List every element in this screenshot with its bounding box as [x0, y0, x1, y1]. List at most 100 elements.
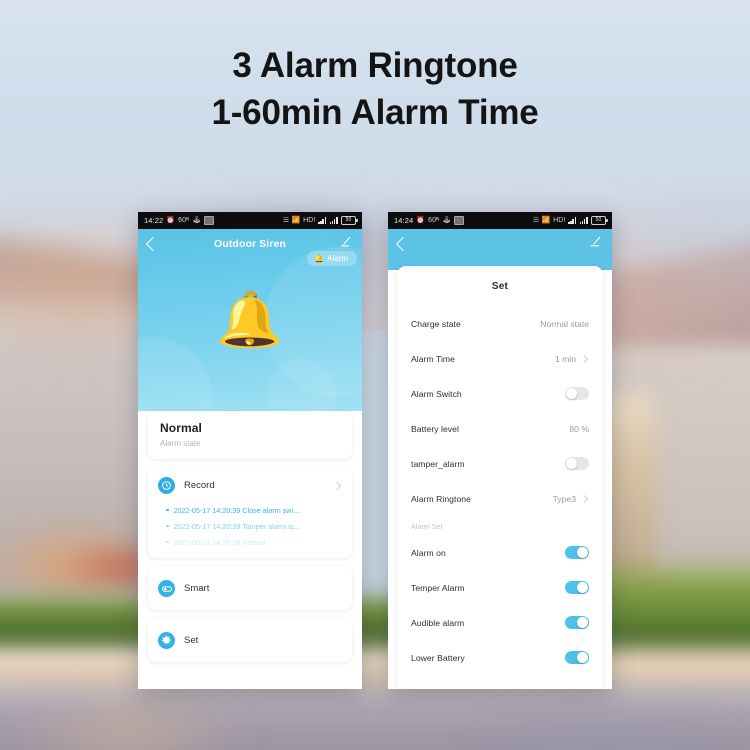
- status-bar-right-group: ☰ 📶 HD! 50: [532, 215, 608, 226]
- menu-item-smart[interactable]: Smart: [148, 567, 352, 610]
- title-line-2: 1-60min Alarm Time: [211, 93, 539, 132]
- status-time: 14:22: [144, 216, 164, 225]
- device-title: Outdoor Siren: [214, 238, 286, 250]
- setting-row-audible-alarm[interactable]: Audible alarm: [397, 605, 603, 640]
- setting-label: Audible alarm: [411, 617, 465, 628]
- signal-icon: [568, 217, 577, 224]
- alarm-badge-label: Alarm: [327, 254, 348, 263]
- record-entry-text: 2022-05-17 14:20:39 Tamper alarm is…: [173, 521, 301, 531]
- record-label: Record: [184, 480, 215, 491]
- sixty-second-icon: 60ᴺ: [428, 217, 440, 224]
- setting-row-battery-level: Battery level 80 %: [397, 411, 603, 446]
- signal-icon: [329, 217, 339, 224]
- status-bar-right: 14:24 ⏰ 60ᴺ 🕹 ☰ 📶 HD! 50: [388, 212, 612, 229]
- bell-icon: 🔔: [216, 290, 284, 350]
- chevron-right-icon[interactable]: [579, 354, 589, 363]
- toggle-knob: [566, 388, 577, 399]
- setting-value: 1 min: [554, 353, 576, 364]
- setting-value-group: Type3: [553, 494, 589, 504]
- setting-value: Normal state: [540, 318, 589, 329]
- bullet-icon: [166, 508, 169, 512]
- sixty-second-icon: 60ᴺ: [178, 217, 190, 224]
- setting-row-temper-alarm[interactable]: Temper Alarm: [397, 570, 603, 605]
- bluetooth-icon: 🕹: [442, 217, 452, 224]
- list-item[interactable]: 2022-05-17 14:20:39 Tamper alarm is…: [158, 518, 342, 534]
- toggle-knob: [577, 582, 588, 593]
- signal-icon: [318, 217, 327, 224]
- setting-value: Type3: [552, 493, 576, 504]
- record-list: 2022-05-17 14:20:39 Close alarm swi… 202…: [158, 502, 342, 550]
- alarm-state-card: Normal Alarm state: [148, 411, 352, 459]
- sim-icon: [454, 216, 465, 225]
- menu-item-set[interactable]: Set: [148, 619, 352, 662]
- title-line-1: 3 Alarm Ringtone: [232, 46, 518, 85]
- pencil-icon[interactable]: [339, 235, 352, 248]
- wifi-icon: 📶: [291, 217, 301, 224]
- setting-label: Alarm Time: [411, 353, 455, 364]
- list-item[interactable]: 2022-05-17 14:20:39 Normal: [158, 534, 342, 550]
- vibrate-icon: ☰: [282, 217, 290, 224]
- bullet-icon: [166, 524, 169, 528]
- vibrate-icon: ☰: [532, 217, 540, 224]
- alarm-on-toggle[interactable]: [565, 546, 589, 559]
- lower-battery-toggle[interactable]: [565, 651, 589, 664]
- sheet-title: Set: [491, 281, 509, 292]
- status-bar-right-group: ☰ 📶 HD! 50: [282, 215, 358, 226]
- clock-icon: [158, 477, 175, 494]
- section-header-alarm-set: Alarm Set: [411, 522, 443, 531]
- battery-icon: 50: [591, 215, 608, 226]
- record-entry-text: 2022-05-17 14:20:39 Close alarm swi…: [173, 505, 301, 515]
- toggle-knob: [577, 617, 588, 628]
- bluetooth-icon: 🕹: [192, 217, 202, 224]
- settings-sheet: Set Charge state Normal state Alarm Time…: [397, 266, 603, 689]
- alarm-state-value: Normal: [160, 421, 202, 435]
- page-title: 3 Alarm Ringtone 1-60min Alarm Time: [0, 42, 750, 136]
- list-item[interactable]: 2022-05-17 14:20:39 Close alarm swi…: [158, 502, 342, 518]
- status-bar-left: 14:22 ⏰ 60ᴺ 🕹 ☰ 📶 HD! 50: [138, 212, 362, 229]
- setting-row-alarm-switch[interactable]: Alarm Switch: [397, 376, 603, 411]
- status-bar-left-group: 14:24 ⏰ 60ᴺ 🕹: [394, 216, 465, 225]
- menu-item-label: Set: [184, 635, 199, 646]
- toggle-icon: [158, 580, 175, 597]
- setting-row-alarm-on[interactable]: Alarm on: [397, 535, 603, 570]
- alarm-state-label: Alarm state: [160, 439, 201, 448]
- wifi-icon: 📶: [541, 217, 551, 224]
- toggle-knob: [577, 652, 588, 663]
- temper-alarm-toggle[interactable]: [565, 581, 589, 594]
- setting-label: Alarm Ringtone: [411, 493, 471, 504]
- toggle-knob: [566, 458, 577, 469]
- setting-label: Temper Alarm: [411, 582, 465, 593]
- record-card[interactable]: Record 2022-05-17 14:20:39 Close alarm s…: [148, 468, 352, 558]
- alarm-switch-toggle[interactable]: [565, 387, 589, 400]
- alarm-badge[interactable]: 🔔 Alarm: [307, 251, 357, 266]
- status-time: 14:24: [394, 216, 414, 225]
- alarm-icon: ⏰: [416, 217, 426, 224]
- setting-row-tamper-alarm[interactable]: tamper_alarm: [397, 446, 603, 481]
- menu-item-label: Smart: [184, 583, 210, 594]
- setting-row-lower-battery[interactable]: Lower Battery: [397, 640, 603, 675]
- hero-banner-left: Outdoor Siren 🔔 Alarm 🔔: [138, 229, 362, 411]
- navbar-right: [388, 229, 612, 259]
- toggle-knob: [577, 547, 588, 558]
- bg-ground-tint: [0, 690, 750, 750]
- record-header[interactable]: Record: [158, 477, 342, 494]
- setting-row-alarm-ringtone[interactable]: Alarm Ringtone Type3: [397, 481, 603, 516]
- tamper-alarm-toggle[interactable]: [565, 457, 589, 470]
- hd-icon: HD!: [303, 217, 316, 224]
- phone-left: 14:22 ⏰ 60ᴺ 🕹 ☰ 📶 HD! 50 Outdoor Siren 🔔…: [138, 212, 362, 689]
- gear-icon: [158, 632, 175, 649]
- status-bar-left-group: 14:22 ⏰ 60ᴺ 🕹: [144, 216, 215, 225]
- setting-row-alarm-time[interactable]: Alarm Time 1 min: [397, 341, 603, 376]
- back-icon[interactable]: [395, 236, 411, 252]
- audible-alarm-toggle[interactable]: [565, 616, 589, 629]
- pencil-icon[interactable]: [589, 235, 602, 248]
- chevron-right-icon[interactable]: [579, 494, 589, 503]
- chevron-right-icon[interactable]: [332, 481, 342, 490]
- sim-icon: [204, 216, 215, 225]
- setting-label: Charge state: [411, 318, 461, 329]
- hd-icon: HD!: [553, 217, 566, 224]
- setting-row-charge-state: Charge state Normal state: [397, 306, 603, 341]
- setting-value-group: 1 min: [555, 354, 589, 364]
- setting-value: 80 %: [569, 423, 589, 434]
- setting-label: Alarm Switch: [411, 388, 462, 399]
